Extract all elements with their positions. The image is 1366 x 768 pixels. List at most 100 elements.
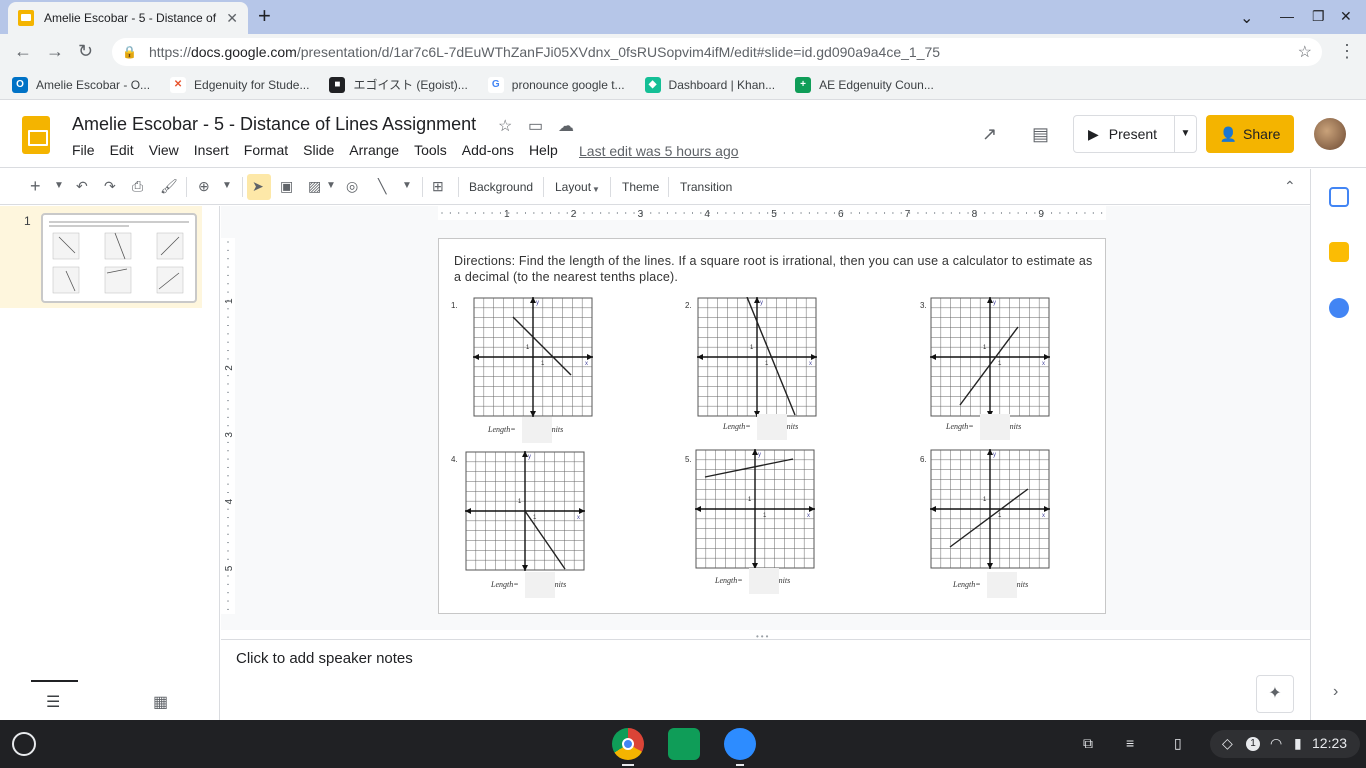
grid-view-icon[interactable]: ▦ <box>153 692 168 712</box>
undo-icon[interactable]: ↶ <box>76 178 88 194</box>
lock-icon[interactable]: 🔒 <box>122 45 137 59</box>
menu-edit[interactable]: Edit <box>110 142 134 158</box>
shape-icon[interactable]: ◎ <box>346 178 358 194</box>
chrome-icon[interactable] <box>612 728 644 760</box>
menu-file[interactable]: File <box>72 142 95 158</box>
line-icon[interactable]: ╲ <box>378 178 386 194</box>
forward-icon[interactable]: → <box>46 42 64 60</box>
slide-number: 1 <box>24 214 31 228</box>
menu-view[interactable]: View <box>149 142 179 158</box>
cloud-status-icon[interactable]: ☁ <box>558 116 574 136</box>
problem-number: 4. <box>451 455 458 464</box>
menu-tools[interactable]: Tools <box>414 142 447 158</box>
explore-button[interactable]: ✦ <box>1256 675 1294 713</box>
new-slide-dropdown-icon[interactable]: ▼ <box>54 178 64 194</box>
menu-format[interactable]: Format <box>244 142 288 158</box>
notes-resize-handle[interactable]: ••• <box>221 630 1310 641</box>
theme-button[interactable]: Theme <box>622 180 659 194</box>
slides-logo-icon[interactable] <box>22 116 50 154</box>
layout-button[interactable]: Layout <box>555 180 591 194</box>
document-title[interactable]: Amelie Escobar - 5 - Distance of Lines A… <box>72 114 476 135</box>
new-slide-icon[interactable]: + <box>30 177 41 195</box>
bookmark-item[interactable]: ✕ Edgenuity for Stude... <box>170 76 309 93</box>
select-cursor-icon[interactable]: ➤ <box>252 178 264 194</box>
new-tab-button[interactable]: + <box>258 5 271 27</box>
zoom-app-icon[interactable] <box>724 728 756 760</box>
list-view-icon[interactable]: ☰ <box>46 692 60 712</box>
tasks-icon[interactable] <box>1329 298 1349 318</box>
bookmark-item[interactable]: + AE Edgenuity Coun... <box>795 76 934 93</box>
slide[interactable]: Directions: Find the length of the lines… <box>438 238 1106 614</box>
menu-slide[interactable]: Slide <box>303 142 334 158</box>
problem-number: 1. <box>451 301 458 310</box>
line-dropdown-icon[interactable]: ▼ <box>402 178 412 194</box>
browser-tab[interactable]: Amelie Escobar - 5 - Distance of ✕ <box>8 2 248 34</box>
calendar-icon[interactable] <box>1329 187 1349 207</box>
print-icon[interactable]: ⎙ <box>132 178 143 194</box>
vertical-ruler[interactable]: 1 2 3 4 5 <box>221 238 235 614</box>
zoom-icon[interactable]: ⊕ <box>198 178 210 194</box>
slide-thumbnail[interactable] <box>41 213 197 303</box>
bookmark-star-icon[interactable]: ☆ <box>1298 42 1312 62</box>
transition-button[interactable]: Transition <box>680 180 732 194</box>
close-tab-icon[interactable]: ✕ <box>226 10 238 27</box>
close-window-icon[interactable]: ✕ <box>1340 8 1352 25</box>
horizontal-ruler[interactable]: 1 2 3 4 5 6 7 8 9 <box>438 206 1106 220</box>
avatar[interactable] <box>1314 118 1346 150</box>
speaker-notes-placeholder[interactable]: Click to add speaker notes <box>236 650 413 667</box>
clipboard-icon[interactable]: ≡ <box>1126 735 1134 751</box>
problem-number: 3. <box>920 301 927 310</box>
back-icon[interactable]: ← <box>14 42 32 60</box>
speaker-notes[interactable]: Click to add speaker notes <box>221 640 1310 720</box>
insert-comment-icon[interactable]: ⊞ <box>432 178 444 194</box>
menu-addons[interactable]: Add-ons <box>462 142 514 158</box>
khan-icon: ◆ <box>644 76 661 93</box>
launcher-icon[interactable] <box>12 732 36 756</box>
image-icon[interactable]: ▨ <box>308 178 321 194</box>
activity-trend-icon[interactable]: ↗ <box>982 124 997 145</box>
text-box-icon[interactable]: ▣ <box>280 178 293 194</box>
collapse-toolbar-icon[interactable]: ⌃ <box>1284 178 1296 194</box>
comments-icon[interactable]: ▤ <box>1032 124 1049 145</box>
bookmark-item[interactable]: ◆ Dashboard | Khan... <box>644 76 775 93</box>
svg-text:x: x <box>585 361 588 367</box>
answer-box[interactable] <box>749 568 779 594</box>
tote-icon[interactable]: ⧉ <box>1083 735 1093 752</box>
reload-icon[interactable]: ↻ <box>78 42 93 60</box>
tab-search-icon[interactable]: ⌄ <box>1240 8 1253 28</box>
present-dropdown-icon[interactable]: ▼ <box>1174 116 1196 152</box>
layout-dropdown-icon[interactable]: ▼ <box>592 182 600 198</box>
star-icon[interactable]: ☆ <box>498 116 512 136</box>
answer-box[interactable] <box>757 414 787 440</box>
menu-insert[interactable]: Insert <box>194 142 229 158</box>
browser-menu-icon[interactable]: ⋮ <box>1338 42 1356 60</box>
sheets-app-icon[interactable] <box>668 728 700 760</box>
image-dropdown-icon[interactable]: ▼ <box>326 178 336 194</box>
answer-box[interactable] <box>522 417 552 443</box>
directions-text[interactable]: Directions: Find the length of the lines… <box>454 253 1094 285</box>
menu-help[interactable]: Help <box>529 142 558 158</box>
url-bar[interactable]: 🔒 https://docs.google.com/presentation/d… <box>112 38 1322 66</box>
last-edit-link[interactable]: Last edit was 5 hours ago <box>579 143 739 159</box>
restore-icon[interactable]: ❐ <box>1312 8 1325 25</box>
bookmark-item[interactable]: O Amelie Escobar - O... <box>12 76 150 93</box>
zoom-dropdown-icon[interactable]: ▼ <box>222 178 232 194</box>
phone-hub-icon[interactable]: ▯ <box>1174 735 1182 752</box>
background-button[interactable]: Background <box>469 180 533 194</box>
redo-icon[interactable]: ↷ <box>104 178 116 194</box>
paint-format-icon[interactable]: 🖌 <box>160 178 178 194</box>
answer-box[interactable] <box>980 414 1010 440</box>
minimize-icon[interactable]: — <box>1280 8 1294 24</box>
keep-icon[interactable] <box>1329 242 1349 262</box>
answer-box[interactable] <box>525 572 555 598</box>
share-button[interactable]: 👤 Share <box>1206 115 1294 153</box>
svg-text:y: y <box>758 452 761 458</box>
move-folder-icon[interactable]: ▭ <box>528 116 543 136</box>
expand-panel-icon[interactable]: › <box>1333 683 1338 701</box>
bookmark-item[interactable]: Gpronounce google t... <box>487 76 625 93</box>
present-button[interactable]: ▶ Present ▼ <box>1073 115 1197 153</box>
vertical-ruler-ticks: 1 2 3 4 5 <box>224 241 235 610</box>
bookmark-item[interactable]: ■ エゴイスト (Egoist)... <box>329 76 468 93</box>
menu-arrange[interactable]: Arrange <box>349 142 399 158</box>
answer-box[interactable] <box>987 572 1017 598</box>
